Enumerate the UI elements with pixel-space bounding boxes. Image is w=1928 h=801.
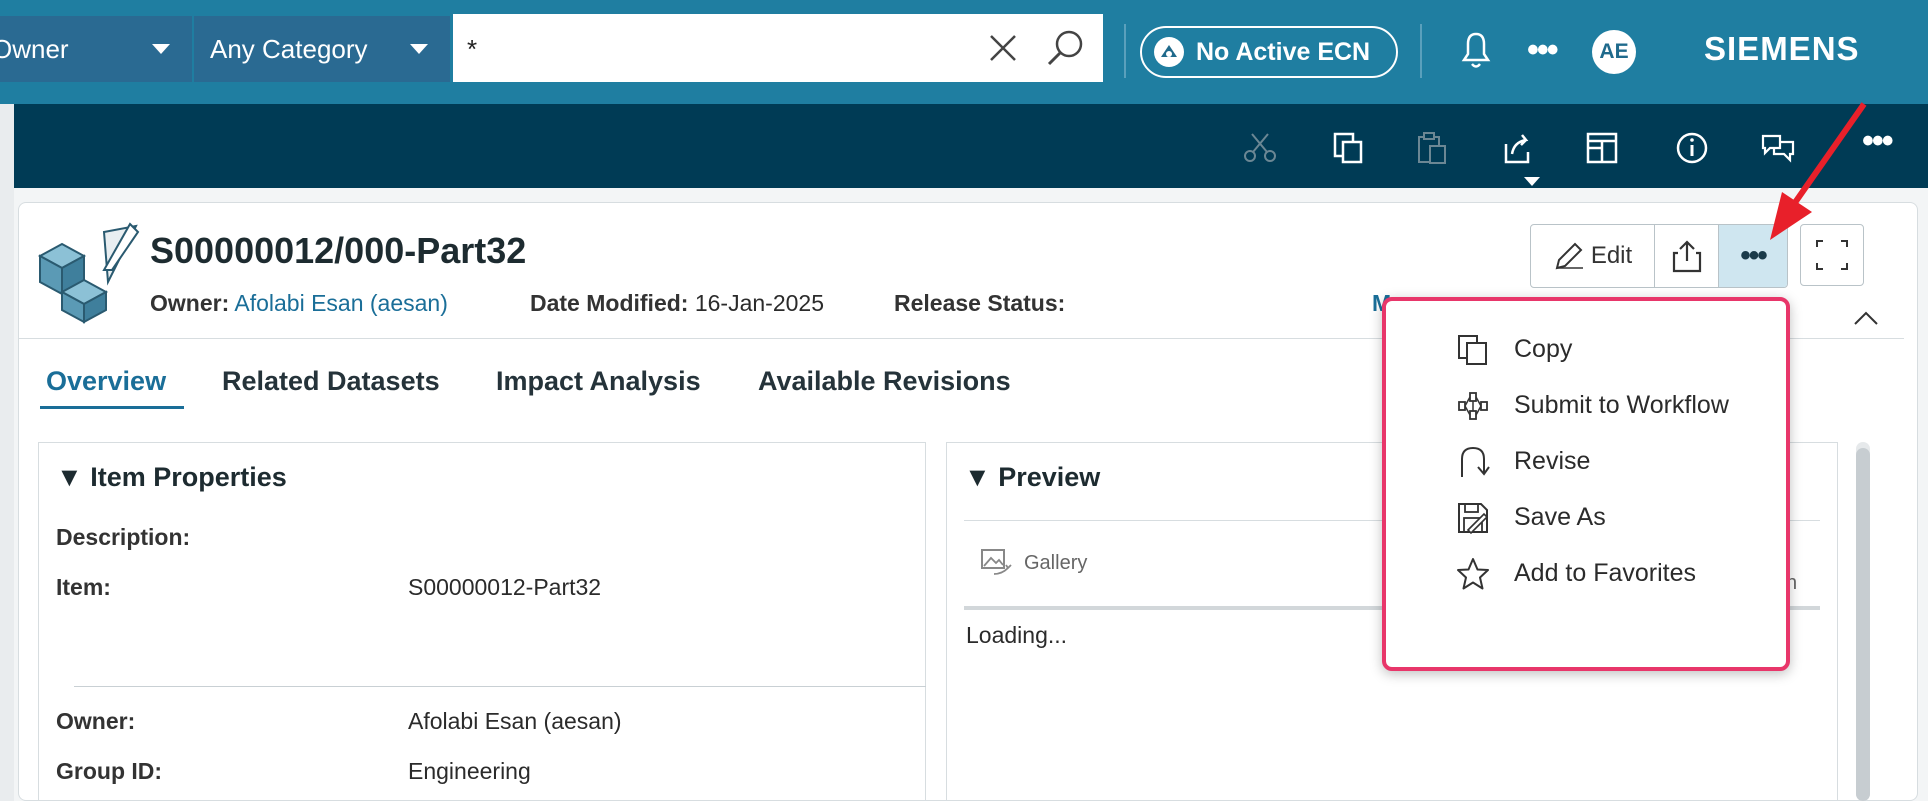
owner-prop-label: Owner: bbox=[56, 708, 136, 734]
category-dropdown-value: Any Category bbox=[210, 33, 368, 64]
date-label: Date Modified: bbox=[530, 290, 689, 316]
edit-label: Edit bbox=[1590, 242, 1633, 269]
upload-share-icon bbox=[1672, 240, 1701, 273]
menu-item-label: Copy bbox=[1514, 335, 1573, 363]
revise-icon bbox=[1461, 446, 1490, 477]
annotation-arrow-icon bbox=[1770, 102, 1867, 240]
item-properties-title[interactable]: ▼ Item Properties bbox=[56, 462, 287, 493]
bell-icon[interactable] bbox=[1454, 28, 1498, 74]
active-tab-indicator bbox=[40, 406, 184, 409]
save-as-icon bbox=[1458, 503, 1489, 535]
info-icon[interactable] bbox=[1674, 130, 1710, 166]
gallery-label: Gallery bbox=[1024, 551, 1088, 574]
item-label: Item: bbox=[56, 574, 111, 600]
menu-item-copy[interactable]: Copy bbox=[1386, 321, 1786, 377]
release-status-field: Release Status: bbox=[894, 290, 1065, 317]
share-button[interactable] bbox=[1655, 225, 1719, 287]
pencil-icon bbox=[1555, 242, 1583, 270]
chevron-down-icon bbox=[410, 44, 428, 54]
siemens-logo: SIEMENS bbox=[1704, 30, 1860, 67]
ecn-icon bbox=[1154, 37, 1184, 67]
group-id-link[interactable]: Engineering bbox=[408, 758, 531, 785]
menu-item-submit-to-workflow[interactable]: Submit to Workflow bbox=[1386, 377, 1786, 433]
owner-dropdown[interactable]: Owner bbox=[0, 16, 192, 82]
global-search-bar: Owner Any Category No Active ECN ••• AE … bbox=[0, 0, 1928, 104]
more-icon[interactable]: ••• bbox=[1527, 30, 1559, 70]
chevron-up-icon[interactable] bbox=[1852, 308, 1880, 328]
star-icon bbox=[1457, 558, 1489, 590]
active-ecn-button[interactable]: No Active ECN bbox=[1140, 26, 1398, 78]
owner-link[interactable]: Afolabi Esan (aesan) bbox=[234, 290, 448, 316]
menu-item-label: Save As bbox=[1514, 503, 1606, 531]
tab-overview[interactable]: Overview bbox=[46, 366, 166, 397]
date-modified-field: Date Modified: 16-Jan-2025 bbox=[530, 290, 824, 317]
avatar[interactable]: AE bbox=[1592, 30, 1636, 74]
owner-field: Owner: Afolabi Esan (aesan) bbox=[150, 290, 448, 317]
chevron-down-icon bbox=[152, 44, 170, 54]
owner-label: Owner: bbox=[150, 290, 230, 316]
copy-icon[interactable] bbox=[1330, 130, 1366, 166]
edit-button[interactable]: Edit bbox=[1531, 225, 1655, 287]
page-title: S00000012/000-Part32 bbox=[150, 230, 527, 271]
search-box bbox=[453, 14, 1103, 82]
ecn-label: No Active ECN bbox=[1196, 37, 1371, 66]
part-icon bbox=[37, 222, 140, 324]
paste-icon[interactable] bbox=[1414, 130, 1450, 166]
owner-dropdown-value: Owner bbox=[0, 33, 69, 64]
divider bbox=[1420, 24, 1422, 78]
close-icon[interactable] bbox=[983, 28, 1023, 68]
menu-item-save-as[interactable]: Save As bbox=[1386, 489, 1786, 545]
preview-title[interactable]: ▼ Preview bbox=[964, 462, 1100, 493]
menu-item-label: Submit to Workflow bbox=[1514, 391, 1729, 419]
layout-icon[interactable] bbox=[1584, 130, 1620, 166]
divider bbox=[1124, 24, 1126, 78]
release-status-label: Release Status: bbox=[894, 290, 1066, 316]
item-link[interactable]: S00000012-Part32 bbox=[408, 574, 601, 601]
tab-impact-analysis[interactable]: Impact Analysis bbox=[496, 366, 701, 397]
more-actions-menu: Copy Submit to Workflow Revise Save As A… bbox=[1382, 297, 1790, 671]
menu-item-label: Revise bbox=[1514, 447, 1591, 475]
tab-related-datasets[interactable]: Related Datasets bbox=[222, 366, 440, 397]
share-icon[interactable] bbox=[1500, 130, 1536, 166]
group-id-label: Group ID: bbox=[56, 758, 163, 784]
description-label: Description: bbox=[56, 524, 191, 550]
owner-prop-link[interactable]: Afolabi Esan (aesan) bbox=[408, 708, 622, 735]
command-toolbar: ••• bbox=[14, 104, 1928, 188]
copy-icon bbox=[1458, 335, 1487, 365]
object-actions: Edit ••• bbox=[1530, 224, 1788, 288]
gallery-icon bbox=[981, 549, 1012, 575]
date-value: 16-Jan-2025 bbox=[694, 290, 824, 316]
tab-available-revisions[interactable]: Available Revisions bbox=[758, 366, 1011, 397]
search-input[interactable] bbox=[465, 28, 969, 70]
item-properties-section bbox=[38, 442, 926, 801]
workflow-icon bbox=[1458, 392, 1488, 420]
scrollbar[interactable] bbox=[1856, 442, 1870, 801]
properties-divider bbox=[74, 686, 926, 687]
loading-text: Loading... bbox=[966, 622, 1068, 648]
menu-item-add-to-favorites[interactable]: Add to Favorites bbox=[1386, 545, 1786, 601]
scrollbar-thumb[interactable] bbox=[1856, 448, 1870, 801]
category-dropdown[interactable]: Any Category bbox=[194, 16, 450, 82]
menu-item-revise[interactable]: Revise bbox=[1386, 433, 1786, 489]
chevron-down-icon[interactable] bbox=[1524, 177, 1540, 186]
scissors-icon[interactable] bbox=[1242, 130, 1278, 166]
menu-item-label: Add to Favorites bbox=[1514, 559, 1697, 587]
left-gutter bbox=[0, 104, 14, 801]
search-icon[interactable] bbox=[1043, 26, 1087, 70]
gallery-button[interactable]: Gallery bbox=[980, 548, 1087, 578]
